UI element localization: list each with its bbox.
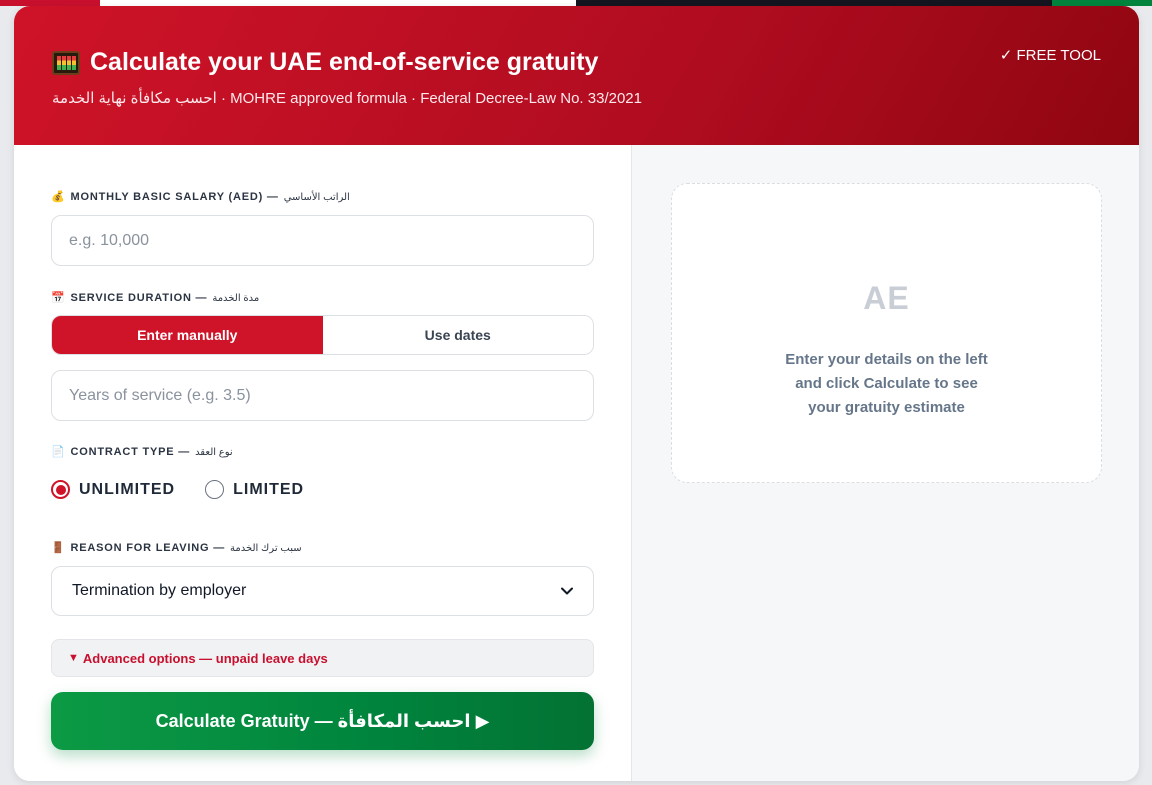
results-hint-line-2: and click Calculate to see [795, 375, 978, 392]
reason-for-leaving-label: 🚪 Reason for leaving — سبب ترك الخدمة [51, 542, 302, 554]
results-hint: Enter your details on the left and click… [672, 348, 1101, 420]
triangle-down-icon: ▼ [68, 652, 79, 664]
duration-mode-toggle: Enter manually Use dates [51, 315, 594, 355]
contract-unlimited-option[interactable]: UNLIMITED [51, 480, 175, 499]
contract-type-label: 📄 Contract type — نوع العقد [51, 446, 233, 458]
contract-type-label-text: Contract type — [70, 446, 191, 458]
page-title: Calculate your UAE end-of-service gratui… [52, 48, 598, 77]
enter-manually-tab[interactable]: Enter manually [52, 316, 323, 354]
advanced-options-toggle[interactable]: ▼ Advanced options — unpaid leave days [51, 639, 594, 677]
use-dates-tab[interactable]: Use dates [322, 316, 593, 354]
page-subtitle: احسب مكافأة نهاية الخدمة · MOHRE approve… [52, 90, 642, 107]
service-duration-label-text: Service duration — [70, 292, 208, 304]
limited-radio-label[interactable]: LIMITED [233, 481, 304, 499]
results-placeholder: AE Enter your details on the left and cl… [671, 183, 1102, 483]
results-hint-line-1: Enter your details on the left [785, 351, 988, 368]
document-icon: 📄 [51, 445, 66, 458]
unlimited-radio-label[interactable]: UNLIMITED [79, 481, 175, 499]
results-panel: AE Enter your details on the left and cl… [631, 145, 1139, 781]
contract-type-label-arabic: نوع العقد [195, 446, 233, 458]
years-of-service-input[interactable] [51, 370, 594, 421]
contract-type-radio-group: UNLIMITED LIMITED [51, 480, 304, 499]
salary-input[interactable] [51, 215, 594, 266]
chevron-down-icon [561, 587, 573, 595]
money-bag-icon: 💰 [51, 190, 66, 203]
gratuity-calculator-card: Calculate your UAE end-of-service gratui… [14, 6, 1139, 781]
free-tool-badge: ✓ FREE TOOL [999, 47, 1101, 64]
reason-for-leaving-select[interactable]: Termination by employer [51, 566, 594, 616]
salary-label-text: Monthly basic salary (AED) — [70, 191, 279, 203]
header-banner: Calculate your UAE end-of-service gratui… [14, 6, 1139, 145]
abacus-icon [52, 50, 80, 75]
ae-logo: AE [863, 280, 910, 316]
reason-label-text: Reason for leaving — [70, 542, 226, 554]
unlimited-radio[interactable] [51, 480, 70, 499]
input-form: 💰 Monthly basic salary (AED) — الراتب ال… [14, 145, 631, 781]
service-duration-label-arabic: مدة الخدمة [212, 292, 260, 304]
calendar-icon: 📅 [51, 291, 66, 304]
calculate-gratuity-button[interactable]: Calculate Gratuity — احسب المكافأة ▶ [51, 692, 594, 750]
limited-radio[interactable] [205, 480, 225, 499]
salary-label: 💰 Monthly basic salary (AED) — الراتب ال… [51, 191, 350, 203]
results-hint-line-3: your gratuity estimate [808, 399, 965, 416]
salary-label-arabic: الراتب الأساسي [283, 191, 350, 203]
contract-limited-option[interactable]: LIMITED [205, 480, 304, 499]
page-title-text: Calculate your UAE end-of-service gratui… [90, 48, 599, 76]
service-duration-label: 📅 Service duration — مدة الخدمة [51, 292, 259, 304]
reason-selected-value: Termination by employer [72, 582, 247, 599]
reason-label-arabic: سبب ترك الخدمة [230, 542, 302, 554]
advanced-options-label: Advanced options — unpaid leave days [82, 650, 328, 666]
door-icon: 🚪 [51, 541, 66, 554]
